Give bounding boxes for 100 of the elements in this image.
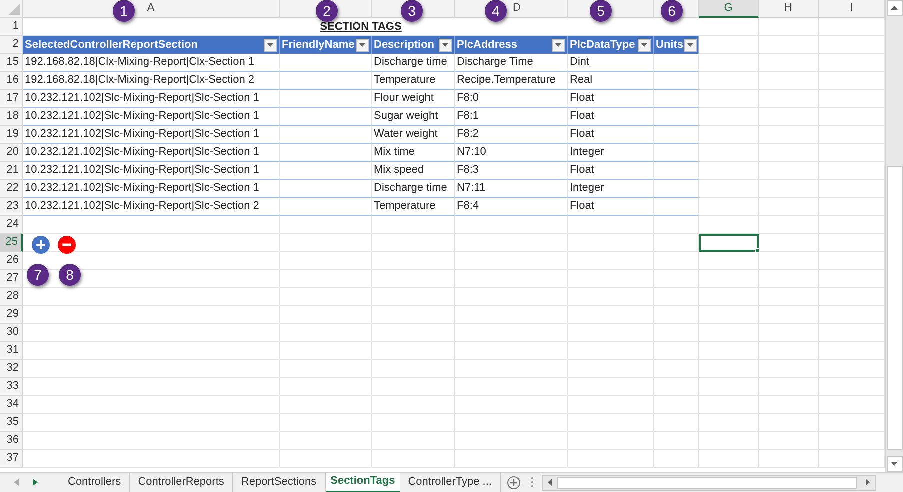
scrollbar-thumb[interactable]	[556, 476, 857, 488]
sheet-tab[interactable]: ControllerReports	[130, 472, 234, 492]
grid-cell[interactable]	[455, 234, 568, 252]
grid-cell[interactable]	[372, 306, 455, 324]
caret-right-icon[interactable]	[866, 479, 870, 486]
sheet-tab[interactable]: Controllers	[60, 472, 130, 492]
grid-cell[interactable]	[280, 162, 372, 180]
grid-cell[interactable]	[654, 378, 699, 396]
grid-cell[interactable]	[759, 90, 819, 108]
grid-cell[interactable]	[455, 288, 568, 306]
grid-cell[interactable]	[699, 216, 759, 234]
grid-cell[interactable]	[280, 270, 372, 288]
grid-cell[interactable]	[654, 126, 699, 144]
active-cell[interactable]	[699, 234, 759, 252]
grid-cell[interactable]	[372, 270, 455, 288]
grid-cell[interactable]	[23, 414, 280, 432]
grid-cell[interactable]	[699, 162, 759, 180]
grid-cell[interactable]	[759, 126, 819, 144]
grid-cell[interactable]	[699, 108, 759, 126]
grid-cell[interactable]	[654, 108, 699, 126]
grid-cell[interactable]	[759, 180, 819, 198]
grid-cell[interactable]	[699, 378, 759, 396]
grid-cell[interactable]	[568, 252, 654, 270]
grid-cell[interactable]	[455, 342, 568, 360]
grid-cell[interactable]	[654, 324, 699, 342]
grid-cell[interactable]	[23, 450, 280, 468]
grid-cell[interactable]	[455, 252, 568, 270]
filter-button[interactable]	[439, 38, 452, 52]
grid-cell[interactable]	[654, 216, 699, 234]
grid-cell[interactable]	[280, 54, 372, 72]
grid-cell[interactable]	[455, 396, 568, 414]
caret-left-icon[interactable]	[548, 479, 552, 486]
grid-cell[interactable]	[280, 324, 372, 342]
grid-cell[interactable]	[654, 414, 699, 432]
grid-cell[interactable]	[699, 144, 759, 162]
scroll-down-button[interactable]	[886, 456, 902, 472]
grid-cell[interactable]	[699, 72, 759, 90]
grid-cell[interactable]	[280, 198, 372, 216]
grid-cell[interactable]	[759, 216, 819, 234]
grid-cell[interactable]	[372, 234, 455, 252]
grid-cell[interactable]	[455, 378, 568, 396]
filter-button[interactable]	[264, 38, 277, 52]
grid-cell[interactable]	[455, 360, 568, 378]
scroll-up-button[interactable]	[886, 0, 902, 16]
grid-cell[interactable]	[372, 324, 455, 342]
column-header[interactable]: H	[784, 0, 792, 17]
grid-cell[interactable]	[759, 36, 819, 54]
grid-cell[interactable]	[654, 90, 699, 108]
grid-cell[interactable]	[372, 396, 455, 414]
grid-cell[interactable]	[699, 180, 759, 198]
grid-cell[interactable]	[699, 414, 759, 432]
grid-cell[interactable]	[372, 432, 455, 450]
grid-cell[interactable]	[455, 414, 568, 432]
column-heading[interactable]: SelectedControllerReportSection	[23, 36, 280, 54]
grid-cell[interactable]	[654, 180, 699, 198]
grid-cell[interactable]	[654, 252, 699, 270]
sheet-tab[interactable]: ControllerType ...	[400, 472, 501, 492]
previous-sheet-icon[interactable]	[14, 479, 19, 486]
grid-cell[interactable]	[280, 144, 372, 162]
grid-cell[interactable]	[654, 72, 699, 90]
sheet-tab[interactable]: SectionTags	[326, 472, 400, 492]
filter-button[interactable]	[684, 38, 696, 52]
grid-cell[interactable]	[372, 414, 455, 432]
select-all-icon[interactable]	[9, 4, 20, 15]
column-header[interactable]: A	[147, 0, 155, 17]
grid-cell[interactable]	[654, 162, 699, 180]
column-header[interactable]: D	[513, 0, 521, 17]
grid-cell[interactable]	[699, 306, 759, 324]
grid-cell[interactable]	[23, 324, 280, 342]
grid-cell[interactable]	[654, 54, 699, 72]
grid-cell[interactable]	[280, 342, 372, 360]
grid-cell[interactable]	[23, 216, 280, 234]
grid-cell[interactable]	[568, 288, 654, 306]
grid-cell[interactable]	[280, 396, 372, 414]
grid-cell[interactable]	[372, 252, 455, 270]
grid-cell[interactable]	[568, 414, 654, 432]
grid-cell[interactable]	[654, 432, 699, 450]
grid-cell[interactable]	[568, 450, 654, 468]
more-options-icon[interactable]	[530, 477, 534, 488]
grid-cell[interactable]	[568, 342, 654, 360]
grid-cell[interactable]	[568, 324, 654, 342]
column-header[interactable]: G	[699, 0, 759, 18]
grid-cell[interactable]	[568, 396, 654, 414]
grid-cell[interactable]	[455, 432, 568, 450]
grid-cell[interactable]	[699, 90, 759, 108]
grid-cell[interactable]	[699, 288, 759, 306]
grid-cell[interactable]	[759, 198, 819, 216]
add-sheet-icon[interactable]	[506, 476, 521, 490]
grid-cell[interactable]	[699, 270, 759, 288]
grid-cell[interactable]	[372, 288, 455, 306]
grid-cell[interactable]	[699, 450, 759, 468]
grid-cell[interactable]	[372, 216, 455, 234]
grid-cell[interactable]	[654, 288, 699, 306]
filter-button[interactable]	[356, 38, 369, 52]
scrollbar-thumb[interactable]	[886, 166, 902, 450]
grid-cell[interactable]	[759, 396, 819, 414]
grid-cell[interactable]	[280, 360, 372, 378]
grid-cell[interactable]	[568, 270, 654, 288]
grid-cell[interactable]	[372, 342, 455, 360]
grid-cell[interactable]	[23, 360, 280, 378]
